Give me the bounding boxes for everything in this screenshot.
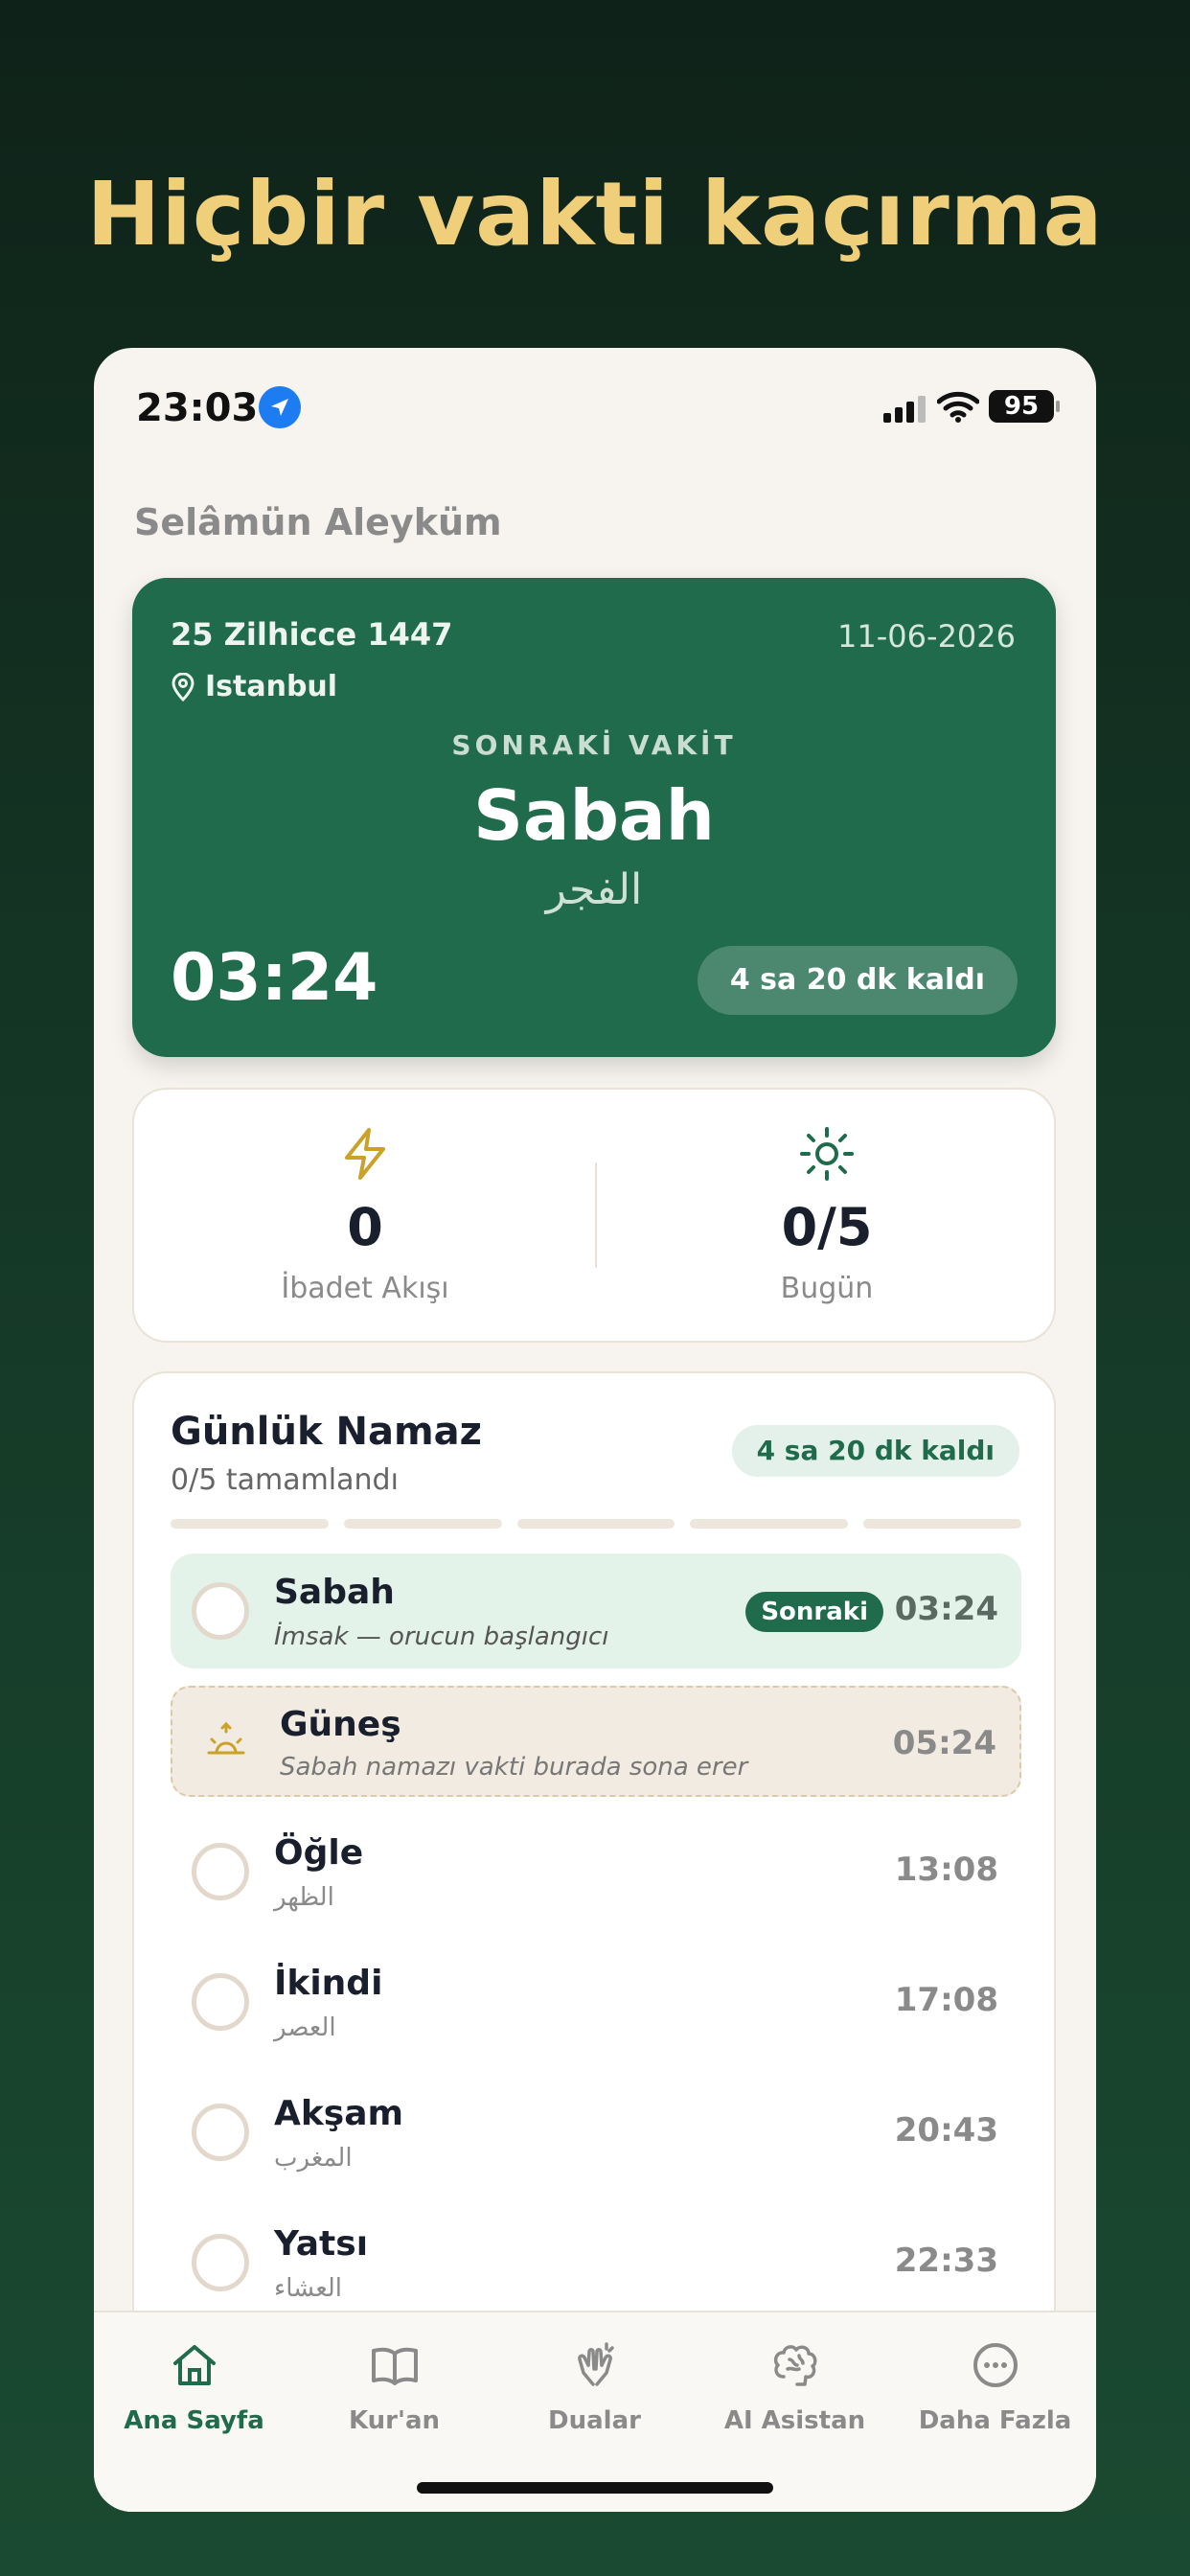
more-icon (973, 2343, 1018, 2387)
home-indicator[interactable] (417, 2482, 773, 2494)
prayer-checkbox[interactable] (192, 1582, 249, 1640)
streak-stat[interactable]: 0 İbadet Akışı (134, 1090, 596, 1341)
next-prayer-arabic: الفجر (545, 865, 643, 914)
book-icon (371, 2347, 418, 2385)
progress-segment (171, 1519, 329, 1529)
daily-remaining-badge: 4 sa 20 dk kaldı (731, 1425, 1019, 1477)
next-prayer-time: 03:24 (171, 940, 378, 1016)
city-name: Istanbul (205, 670, 338, 703)
prayer-row-ogle[interactable]: Öğle الظهر 13:08 (171, 1814, 1021, 1929)
today-value: 0/5 (781, 1197, 873, 1257)
prayer-subtitle: İmsak — orucun başlangıcı (274, 1622, 609, 1651)
tab-quran[interactable]: Kur'an (294, 2337, 494, 2435)
cellular-signal-icon (883, 396, 926, 423)
prayer-name: İkindi (274, 1964, 383, 2003)
prayer-row-gunes: Güneş Sabah namazı vakti burada sona ere… (171, 1686, 1021, 1797)
prayer-arabic: الظهر (274, 1883, 334, 1912)
daily-progress-text: 0/5 tamamlandı (171, 1463, 399, 1497)
prayer-arabic: العشاء (274, 2274, 343, 2303)
prayer-row-ikindi[interactable]: İkindi العصر 17:08 (171, 1944, 1021, 2059)
location-pin-icon (172, 672, 195, 702)
prayer-time: 20:43 (894, 2111, 998, 2150)
prayer-time: 22:33 (894, 2242, 998, 2280)
greeting: Selâmün Aleyküm (134, 501, 502, 543)
tab-more[interactable]: Daha Fazla (895, 2337, 1095, 2435)
next-prayer-card[interactable]: 25 Zilhicce 1447 11-06-2026 Istanbul SON… (132, 578, 1056, 1057)
tab-label: Dualar (548, 2406, 641, 2435)
prayer-time: 05:24 (892, 1724, 996, 1762)
prayer-subtitle: Sabah namazı vakti burada sona erer (280, 1753, 748, 1782)
next-tag: Sonraki (745, 1592, 883, 1632)
hijri-date: 25 Zilhicce 1447 (171, 616, 453, 653)
battery-tip (1056, 401, 1060, 412)
prayer-time: 17:08 (894, 1981, 998, 2019)
prayer-checkbox[interactable] (192, 1973, 249, 2031)
tab-label: Daha Fazla (918, 2406, 1072, 2435)
streak-label: İbadet Akışı (281, 1272, 449, 1305)
status-time: 23:03 (136, 386, 259, 430)
prayer-row-sabah[interactable]: Sabah İmsak — orucun başlangıcı Sonraki … (171, 1553, 1021, 1668)
prayer-time: 13:08 (894, 1851, 998, 1889)
prayer-checkbox[interactable] (192, 2104, 249, 2161)
prayer-time: 03:24 (894, 1590, 998, 1628)
phone-screen: 23:03 95 Selâmün Aleyküm 25 Zilhicce 144… (94, 348, 1096, 2512)
headline: Hiçbir vakti kaçırma (86, 163, 1104, 265)
daily-progress-bar (171, 1519, 1021, 1529)
stats-card: 0 İbadet Akışı 0/5 Bugün (132, 1088, 1056, 1343)
prayer-name: Sabah (274, 1573, 395, 1612)
tab-label: Kur'an (348, 2406, 441, 2435)
sunrise-icon (207, 1721, 245, 1755)
prayer-checkbox[interactable] (192, 2234, 249, 2291)
tab-label: AI Asistan (723, 2406, 866, 2435)
prayer-name: Öğle (274, 1833, 364, 1873)
brain-icon (773, 2345, 817, 2386)
lightning-icon (345, 1128, 385, 1180)
prayer-name: Akşam (274, 2094, 404, 2133)
tab-label: Ana Sayfa (124, 2406, 264, 2435)
progress-segment (690, 1519, 849, 1529)
prayer-name: Yatsı (274, 2224, 369, 2264)
next-prayer-name: Sabah (473, 775, 715, 856)
streak-value: 0 (347, 1197, 383, 1257)
tab-ai-assistant[interactable]: AI Asistan (695, 2337, 895, 2435)
progress-segment (343, 1519, 502, 1529)
prayer-arabic: العصر (274, 2013, 336, 2042)
prayer-checkbox[interactable] (192, 1843, 249, 1900)
time-remaining-badge: 4 sa 20 dk kaldı (697, 946, 1018, 1015)
battery-indicator: 95 (989, 390, 1054, 423)
location-arrow-icon (259, 386, 301, 428)
wifi-icon (937, 391, 979, 423)
status-bar: 23:03 95 (94, 348, 1096, 472)
tab-duas[interactable]: Dualar (494, 2337, 695, 2435)
progress-segment (516, 1519, 675, 1529)
gregorian-date: 11-06-2026 (837, 618, 1016, 655)
next-prayer-label: SONRAKİ VAKİT (451, 729, 737, 761)
today-stat[interactable]: 0/5 Bugün (596, 1090, 1058, 1341)
home-icon (172, 2345, 216, 2385)
prayer-row-aksam[interactable]: Akşam المغرب 20:43 (171, 2075, 1021, 2190)
prayer-name: Güneş (280, 1705, 401, 1744)
daily-title: Günlük Namaz (171, 1410, 482, 1454)
location[interactable]: Istanbul (171, 670, 337, 703)
praying-hands-icon (577, 2342, 614, 2386)
sun-icon (800, 1127, 854, 1181)
tab-home[interactable]: Ana Sayfa (94, 2337, 294, 2435)
prayer-arabic: المغرب (274, 2144, 353, 2173)
progress-segment (863, 1519, 1021, 1529)
prayer-row-yatsi[interactable]: Yatsı العشاء 22:33 (171, 2205, 1021, 2320)
today-label: Bugün (780, 1272, 874, 1305)
